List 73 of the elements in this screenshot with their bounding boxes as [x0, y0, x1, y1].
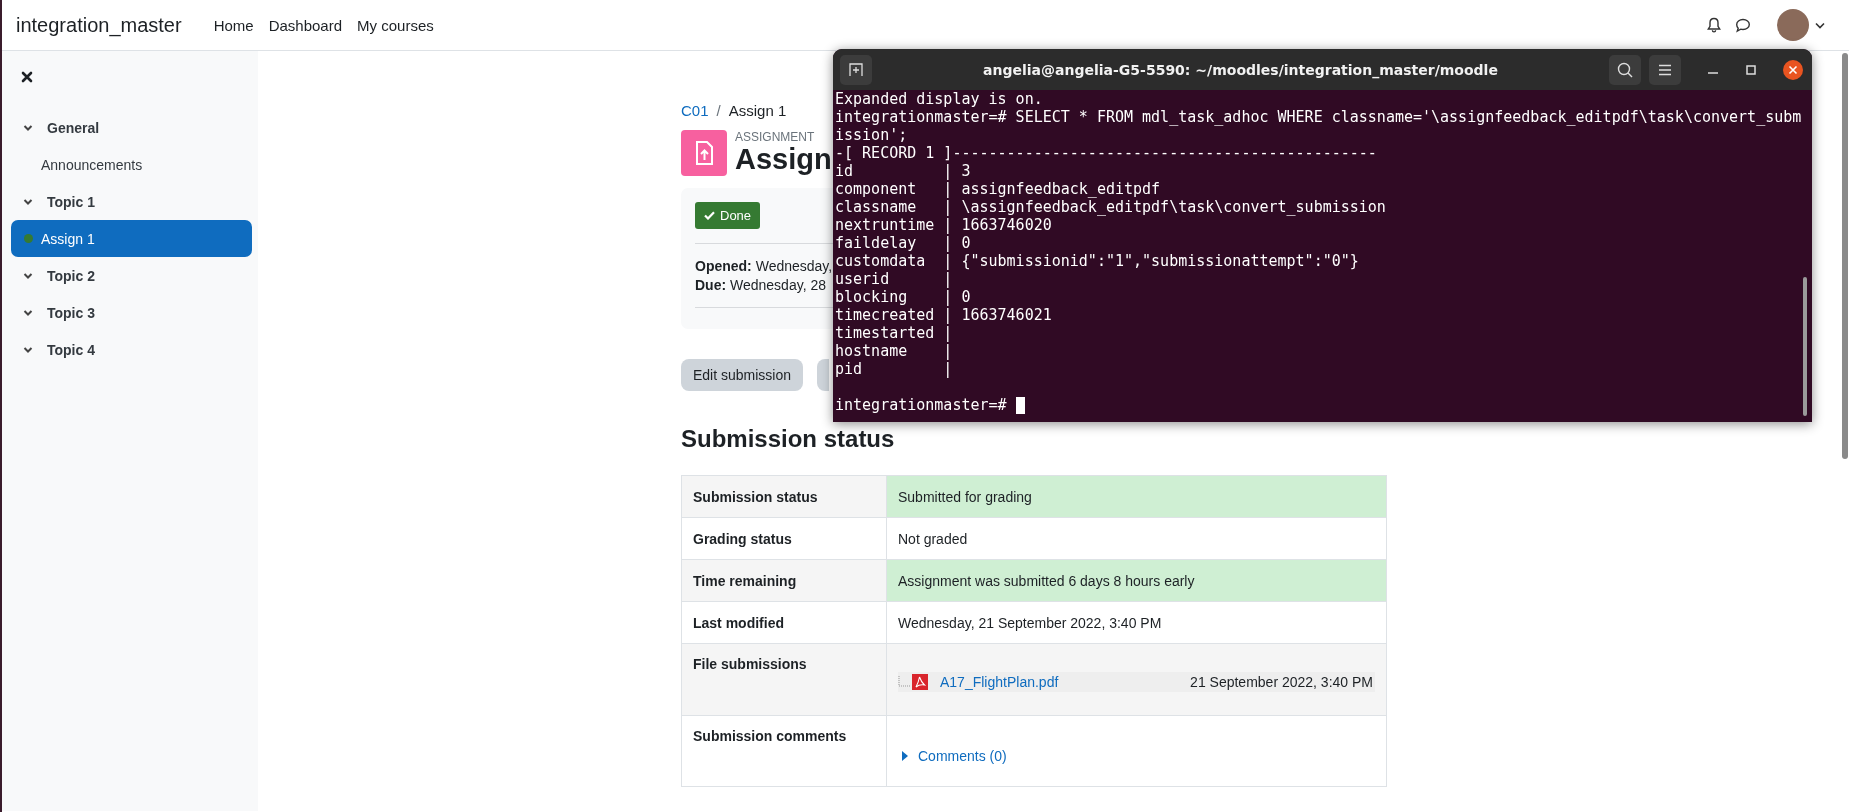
maximize-icon[interactable] — [1745, 63, 1757, 76]
terminal-line: -[ RECORD 1 ]----------------------------------------------- — [835, 144, 1377, 162]
menu-button[interactable] — [1649, 54, 1681, 85]
section-item[interactable]: Topic 3 — [11, 294, 252, 331]
search-icon — [1617, 61, 1633, 78]
table-cell: Wednesday, 21 September 2022, 3:40 PM — [886, 601, 1387, 644]
caret-right-icon — [902, 751, 908, 761]
close-icon[interactable] — [1783, 59, 1803, 80]
terminal-line: component | assignfeedback_editpdf — [835, 180, 1161, 198]
site-name[interactable]: integration_master — [16, 13, 182, 37]
tree-line-icon — [898, 675, 910, 688]
page-scrollbar[interactable] — [1842, 53, 1848, 459]
terminal-line: faildelay | 0 — [835, 234, 971, 252]
terminal-line: classname | \assignfeedback_editpdf\task\convert_submission — [835, 198, 1386, 216]
row-header: Submission status — [681, 475, 887, 518]
window-title: angelia@angelia-G5-5590: ~/moodles/integration_master/moodle — [982, 61, 1499, 78]
menu-icon — [1658, 63, 1672, 76]
breadcrumb-separator: / — [716, 102, 721, 119]
section-item[interactable]: Topic 2 — [11, 257, 252, 294]
table-cell: Submitted for grading — [886, 475, 1387, 518]
terminal-line: integrationmaster=# SELECT * FROM mdl_task_adhoc WHERE classname='\assignfeedback_editpdf\task\convert_subm — [835, 108, 1802, 126]
assignment-icon — [681, 130, 727, 176]
activity-item[interactable]: Announcements — [11, 146, 252, 183]
file-date: 21 September 2022, 3:40 PM — [1190, 673, 1373, 690]
nav-link[interactable]: Dashboard — [268, 16, 343, 34]
date-line: Due: Wednesday, 28 — [695, 277, 826, 293]
table-cell: Not graded — [886, 517, 1387, 560]
scrollbar-thumb[interactable] — [1803, 277, 1807, 416]
bell-icon[interactable] — [1707, 17, 1721, 33]
new-tab-button[interactable] — [840, 54, 872, 85]
terminal-line: Expanded display is on. — [835, 90, 1043, 108]
close-icon[interactable] — [21, 71, 33, 83]
terminal-line: userid | — [835, 270, 953, 288]
row-header: Time remaining — [681, 559, 887, 602]
page-title: Assign — [735, 144, 832, 176]
date-line: Opened: Wednesday, — [695, 258, 833, 274]
terminal-line: timestarted | — [835, 324, 953, 342]
terminal-line: blocking | 0 — [835, 288, 971, 306]
file-link[interactable]: A17_FlightPlan.pdf — [940, 673, 1059, 690]
terminal-line: customdata | {"submissionid":"1","submissionattempt":"0"} — [835, 252, 1359, 270]
terminal-prompt: integrationmaster=# — [835, 396, 1008, 414]
row-header: Grading status — [681, 517, 887, 560]
user-avatar[interactable] — [1777, 9, 1809, 41]
chat-icon[interactable] — [1735, 17, 1751, 33]
terminal-line: pid | — [835, 360, 953, 378]
text-cursor — [1015, 396, 1025, 414]
activity-type: ASSIGNMENT — [735, 130, 816, 145]
new-tab-icon — [849, 62, 863, 77]
table-cell: Assignment was submitted 6 days 8 hours early — [886, 559, 1387, 602]
activity-item[interactable]: Assign 1 — [11, 220, 252, 257]
row-header: Submission comments — [681, 715, 887, 787]
breadcrumb-link[interactable]: C01 — [681, 102, 709, 119]
terminal-line: nextruntime | 1663746020 — [835, 216, 1052, 234]
terminal-line: hostname | — [835, 342, 953, 360]
section-item[interactable]: Topic 1 — [11, 183, 252, 220]
edit-submission-button[interactable]: Edit submission — [681, 359, 804, 391]
check-icon — [704, 211, 715, 220]
done-button[interactable]: Done — [695, 202, 761, 229]
nav-link[interactable]: My courses — [357, 16, 434, 34]
section-heading: Submission status — [681, 425, 896, 453]
section-item[interactable]: Topic 4 — [11, 331, 252, 368]
section-item[interactable]: General — [11, 109, 252, 146]
nav-link[interactable]: Home — [213, 16, 254, 34]
caret-icon[interactable] — [1815, 21, 1825, 29]
terminal-line: id | 3 — [835, 162, 971, 180]
terminal-line: timecreated | 1663746021 — [835, 306, 1052, 324]
terminal-line: ission'; — [835, 126, 908, 144]
comments-link[interactable]: Comments (0) — [918, 748, 1007, 764]
row-header: File submissions — [681, 643, 887, 716]
row-header: Last modified — [681, 601, 887, 644]
pdf-file-icon — [912, 673, 928, 690]
breadcrumb-current: Assign 1 — [728, 102, 787, 119]
search-button[interactable] — [1609, 54, 1641, 85]
